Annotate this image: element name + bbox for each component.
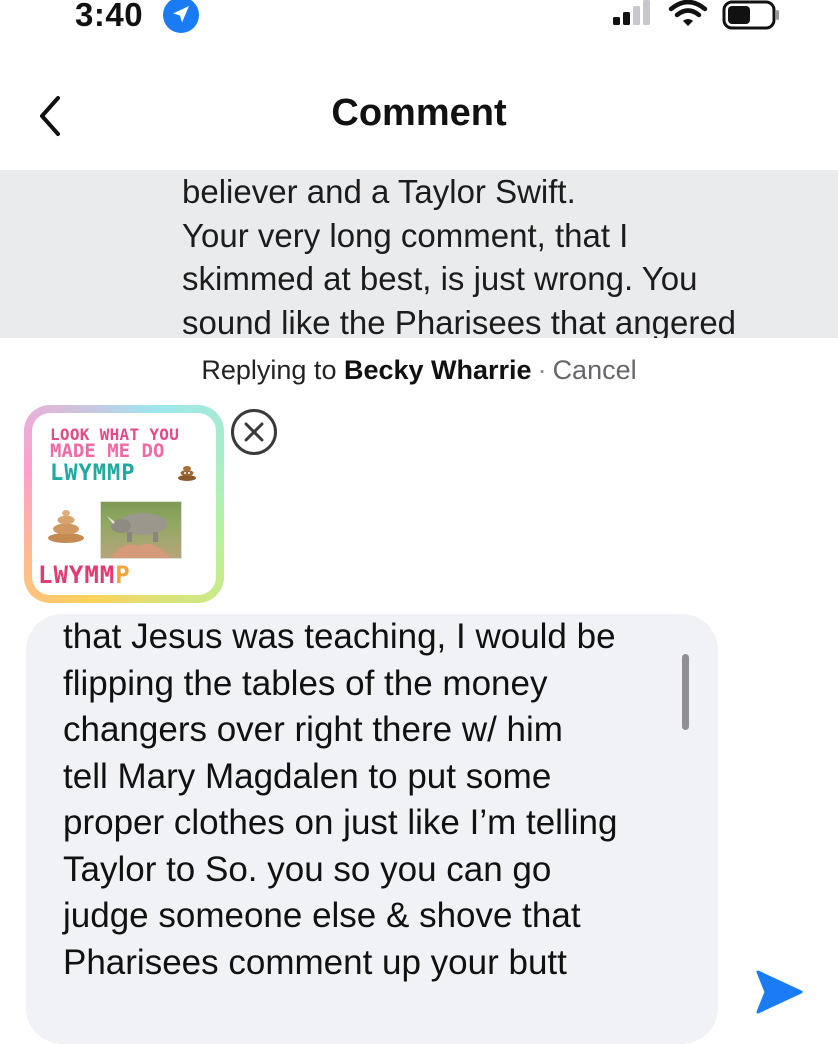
- status-time: 3:40: [75, 0, 144, 33]
- sticker-attachment[interactable]: LOOK WHAT YOU MADE ME DO LWYMMP LWYMMP: [24, 405, 224, 603]
- sticker-text-line4-end: P: [115, 561, 131, 589]
- sticker-text-line4: LWYMMP: [38, 561, 131, 589]
- status-bar: 3:40: [0, 0, 838, 50]
- comment-input[interactable]: that Jesus was teaching, I would be flip…: [26, 614, 718, 1044]
- comment-line: tell Mary Magdalen to put some: [63, 756, 552, 796]
- cellular-signal-icon: [611, 0, 655, 28]
- comment-line: that Jesus was teaching, I would be: [63, 617, 616, 656]
- poop-icon: [48, 510, 84, 543]
- nav-header: Comment: [0, 70, 838, 160]
- sticker-text-line2: MADE ME DO: [50, 440, 165, 462]
- quoted-comment: believer and a Taylor Swift. Your very l…: [0, 170, 838, 338]
- send-icon: [756, 970, 803, 1014]
- quoted-line: Your very long comment, that I: [182, 216, 629, 254]
- separator-dot: ·: [537, 355, 547, 385]
- comment-line: changers over right there w/ him: [63, 710, 563, 749]
- replying-to-name[interactable]: Becky Wharrie: [344, 355, 532, 385]
- sticker-content: LOOK WHAT YOU MADE ME DO LWYMMP LWYMMP: [32, 413, 216, 595]
- sticker-text-line4-main: LWYMM: [38, 561, 116, 589]
- poop-icon: [178, 466, 196, 481]
- comment-line: judge someone else & shove that: [63, 896, 581, 935]
- comment-input-text[interactable]: that Jesus was teaching, I would be flip…: [63, 614, 703, 986]
- rhino-photo: [100, 501, 182, 559]
- sticker-text-line3: LWYMMP: [50, 461, 136, 486]
- comment-line: Taylor to So. you so you can go: [63, 849, 552, 889]
- send-button[interactable]: [752, 968, 804, 1016]
- replying-to-bar: Replying to Becky Wharrie · Cancel: [0, 338, 838, 406]
- remove-sticker-button[interactable]: [229, 407, 279, 457]
- location-arrow-icon: [163, 0, 199, 33]
- replying-prefix: Replying to: [201, 355, 344, 385]
- wifi-icon: [668, 0, 708, 30]
- comment-line: proper clothes on just like I’m telling: [63, 803, 618, 842]
- quoted-line: skimmed at best, is just wrong. You: [182, 260, 698, 297]
- scrollbar-thumb[interactable]: [682, 654, 689, 730]
- comment-line: Pharisees comment up your butt: [63, 942, 567, 982]
- close-circle-icon: [231, 409, 277, 455]
- quoted-line: sound like the Pharisees that angered: [182, 303, 737, 339]
- cancel-reply-button[interactable]: Cancel: [553, 355, 637, 385]
- battery-icon: [722, 0, 782, 30]
- replying-to-text: Replying to Becky Wharrie · Cancel: [0, 355, 838, 386]
- comment-line: flipping the tables of the money: [63, 663, 548, 703]
- page-title: Comment: [331, 92, 507, 134]
- quoted-comment-text: believer and a Taylor Swift. Your very l…: [182, 170, 822, 338]
- quoted-line: believer and a Taylor Swift.: [182, 173, 576, 210]
